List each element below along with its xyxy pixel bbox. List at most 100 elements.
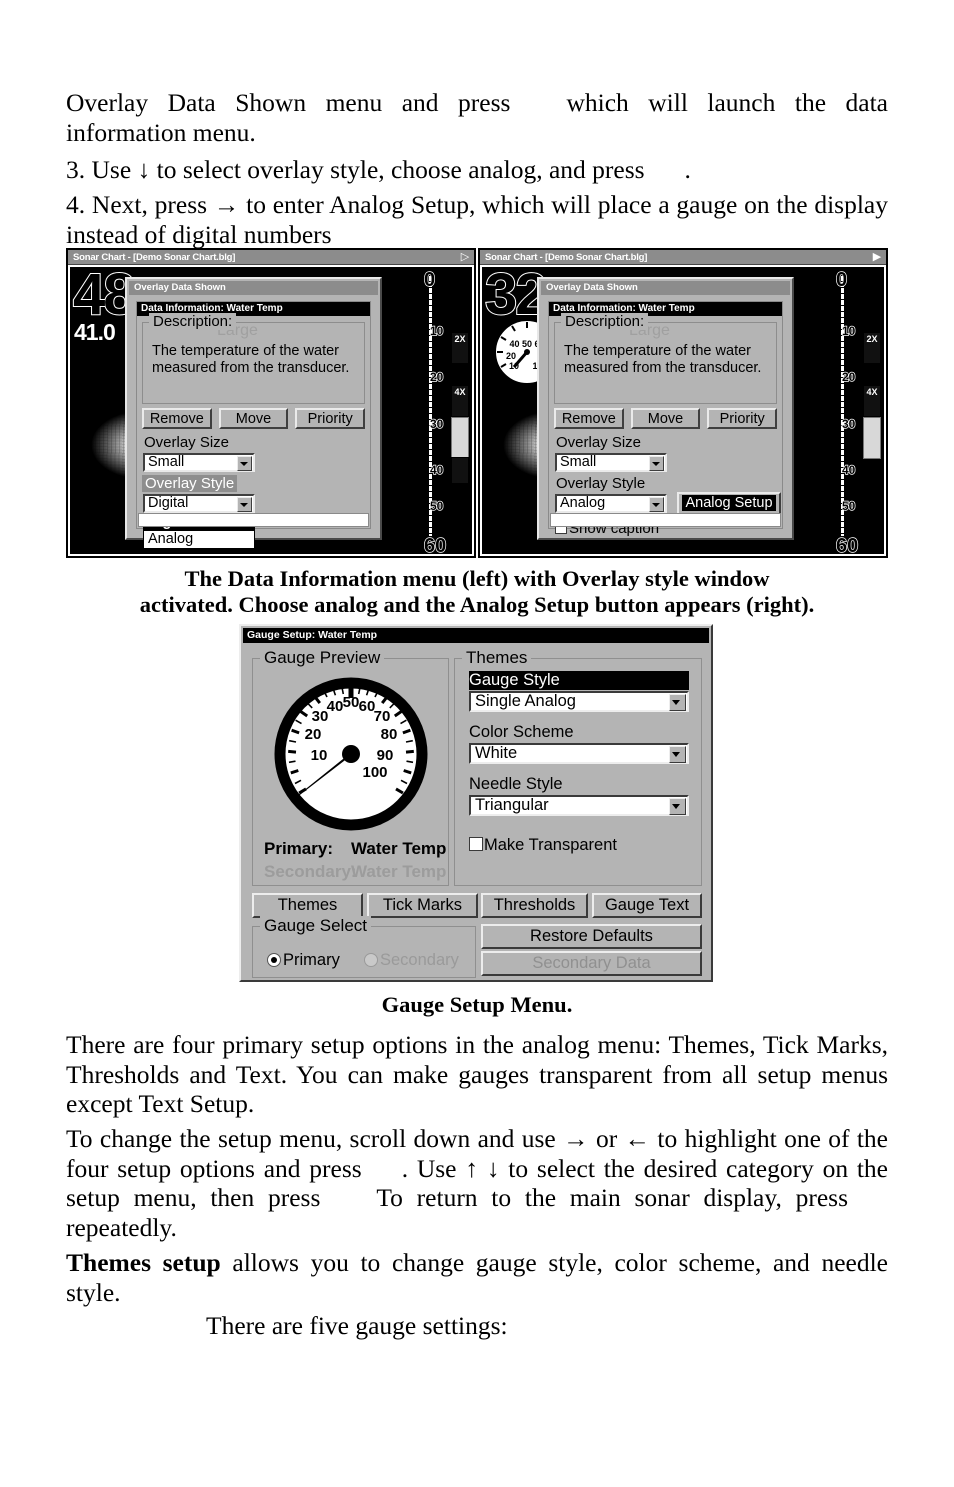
chevron-down-icon-size-left[interactable]: [237, 456, 252, 471]
gauge-preview-legend: Gauge Preview: [260, 648, 385, 668]
temperature-readout-left: 41.0: [74, 319, 117, 345]
needle-style-value: Triangular: [475, 796, 549, 814]
priority-button-right[interactable]: Priority: [707, 408, 778, 429]
expand-arrow-icon-right[interactable]: ▶: [873, 252, 881, 263]
radio-dot-secondary: [364, 953, 378, 967]
paragraph-4: There are four primary setup options in …: [66, 1030, 888, 1118]
overlay-menu-title-right: Overlay Data Shown: [541, 281, 790, 295]
chevron-down-icon-style-right[interactable]: [649, 497, 664, 512]
paragraph-3: 4. Next, press → to enter Analog Setup, …: [66, 190, 888, 249]
move-button-left[interactable]: Move: [218, 408, 289, 429]
overlay-menu-status-strip-right: [550, 513, 781, 527]
overlay-style-combo-right[interactable]: Analog: [555, 494, 667, 513]
zoom-bar-2x-right[interactable]: 2X: [863, 332, 881, 364]
depth-tick-40: 40: [429, 462, 444, 477]
chevron-down-icon-needle-style[interactable]: [669, 798, 686, 815]
zoom-bar-2x-label-right: 2X: [866, 334, 878, 344]
chevron-down-icon-size-right[interactable]: [649, 456, 664, 471]
description-group-right: Description: The temperature of the wate…: [554, 313, 777, 404]
remove-button-left[interactable]: Remove: [142, 408, 212, 429]
action-button-row-left: Remove Move Priority: [142, 408, 366, 429]
depth-tick-0-right: 0: [835, 268, 848, 291]
depth-tick-20-right: 20: [841, 369, 856, 384]
dropdown-option-analog[interactable]: Analog: [144, 531, 254, 548]
color-scheme-combo[interactable]: White: [469, 743, 689, 764]
description-legend-right: Description:: [561, 313, 649, 330]
gauge-text-tab-button[interactable]: Gauge Text: [592, 893, 702, 918]
analog-setup-button[interactable]: Analog Setup: [677, 492, 781, 515]
paragraph-7-text: There are five gauge settings:: [206, 1311, 508, 1340]
zoom-thumb-left[interactable]: [451, 457, 469, 484]
depth-tick-0: 0: [423, 268, 436, 291]
make-transparent-label: Make Transparent: [484, 836, 617, 854]
expand-arrow-icon-left[interactable]: ▷: [461, 252, 469, 263]
checkbox-box-make-transparent[interactable]: [469, 837, 483, 851]
svg-text:100: 100: [362, 764, 387, 781]
overlay-style-value-left: Digital: [148, 495, 189, 511]
themes-legend: Themes: [462, 648, 532, 668]
color-scheme-value: White: [475, 744, 518, 762]
zoom-bar-4x-left[interactable]: 4X: [451, 385, 469, 417]
depth-tick-30: 30: [429, 416, 444, 431]
zoom-bar-4x-right[interactable]: 4X: [863, 385, 881, 417]
overlay-style-combo-left[interactable]: Digital: [143, 494, 255, 513]
paragraph-2: 3. Use ↓ to select overlay style, choose…: [66, 155, 888, 185]
overlay-style-label-right: Overlay Style: [556, 475, 646, 492]
depth-tick-60-right: 60: [835, 534, 859, 554]
thresholds-tab-button[interactable]: Thresholds: [481, 893, 588, 918]
depth-tick-40-right: 40: [841, 462, 856, 477]
tick-marks-tab-button[interactable]: Tick Marks: [367, 893, 478, 918]
remove-button-right[interactable]: Remove: [554, 408, 624, 429]
depth-tick-10-right: 10: [841, 323, 856, 338]
description-legend-left: Description:: [149, 313, 237, 330]
overlay-size-value-right: Small: [560, 454, 597, 470]
depth-tick-50: 50: [429, 498, 444, 513]
overlay-data-shown-menu-left: Overlay Data Shown Data Information: Wat…: [125, 277, 382, 549]
preview-primary-value: Water Temp: [351, 839, 447, 858]
radio-primary-label: Primary: [283, 951, 340, 969]
chevron-down-icon-style-left[interactable]: [237, 497, 252, 512]
color-scheme-label: Color Scheme: [469, 723, 574, 741]
overlay-size-value-left: Small: [148, 454, 185, 470]
priority-button-left[interactable]: Priority: [295, 408, 366, 429]
overlay-size-combo-left[interactable]: Small: [143, 453, 255, 472]
overlay-size-combo-right[interactable]: Small: [555, 453, 667, 472]
action-button-row-right: Remove Move Priority: [554, 408, 778, 429]
overlay-size-label-left: Overlay Size: [144, 434, 230, 451]
restore-defaults-button[interactable]: Restore Defaults: [481, 924, 702, 949]
svg-text:50: 50: [343, 694, 360, 711]
radio-primary[interactable]: Primary: [267, 951, 340, 969]
svg-text:20: 20: [506, 351, 516, 361]
sonar-title-text-left: Sonar Chart - [Demo Sonar Chart.blg]: [73, 252, 236, 263]
paragraph-1: Overlay Data Shown menu and press which w…: [66, 88, 888, 147]
gauge-select-legend: Gauge Select: [260, 916, 372, 936]
paragraph-2-period: .: [684, 155, 691, 184]
paragraph-1-part-a: Overlay Data Shown menu and press: [66, 88, 511, 117]
move-button-right[interactable]: Move: [630, 408, 701, 429]
gauge-dial: 10 20 30 40 50 60 70 80 90 100: [274, 677, 428, 831]
chevron-down-icon-color-scheme[interactable]: [669, 746, 686, 763]
needle-style-combo[interactable]: Triangular: [469, 795, 689, 816]
zoom-track-left[interactable]: [451, 417, 469, 459]
zoom-bar-4x-label-left: 4X: [454, 387, 466, 397]
chevron-down-icon-gauge-style[interactable]: [669, 694, 686, 711]
svg-text:20: 20: [305, 726, 322, 743]
zoom-track-right[interactable]: [863, 417, 881, 459]
gauge-style-combo[interactable]: Single Analog: [469, 691, 689, 712]
depth-scale-right: 0 10 20 30 40 50 60: [832, 267, 862, 554]
paragraph-7: There are five gauge settings:: [66, 1311, 888, 1341]
overlay-menu-title-left: Overlay Data Shown: [129, 281, 378, 295]
make-transparent-checkbox[interactable]: Make Transparent: [469, 836, 617, 854]
zoom-bar-2x-left[interactable]: 2X: [451, 332, 469, 364]
radio-dot-primary[interactable]: [267, 953, 281, 967]
paragraph-5: To change the setup menu, scroll down an…: [66, 1124, 888, 1242]
document-page: Overlay Data Shown menu and press which w…: [0, 0, 954, 1487]
depth-tick-30-right: 30: [841, 416, 856, 431]
overlay-menu-body-left: Data Information: Water Temp Large Descr…: [136, 301, 371, 549]
figure-1-caption-line-2: activated. Choose analog and the Analog …: [139, 592, 815, 617]
svg-text:80: 80: [381, 726, 398, 743]
gauge-setup-dialog: Gauge Setup: Water Temp Gauge Preview 10…: [239, 624, 713, 982]
description-text-left: The temperature of the water measured fr…: [152, 343, 350, 376]
overlay-data-shown-menu-right: Overlay Data Shown Data Information: Wat…: [537, 277, 794, 540]
themes-tab-button[interactable]: Themes: [252, 893, 363, 918]
